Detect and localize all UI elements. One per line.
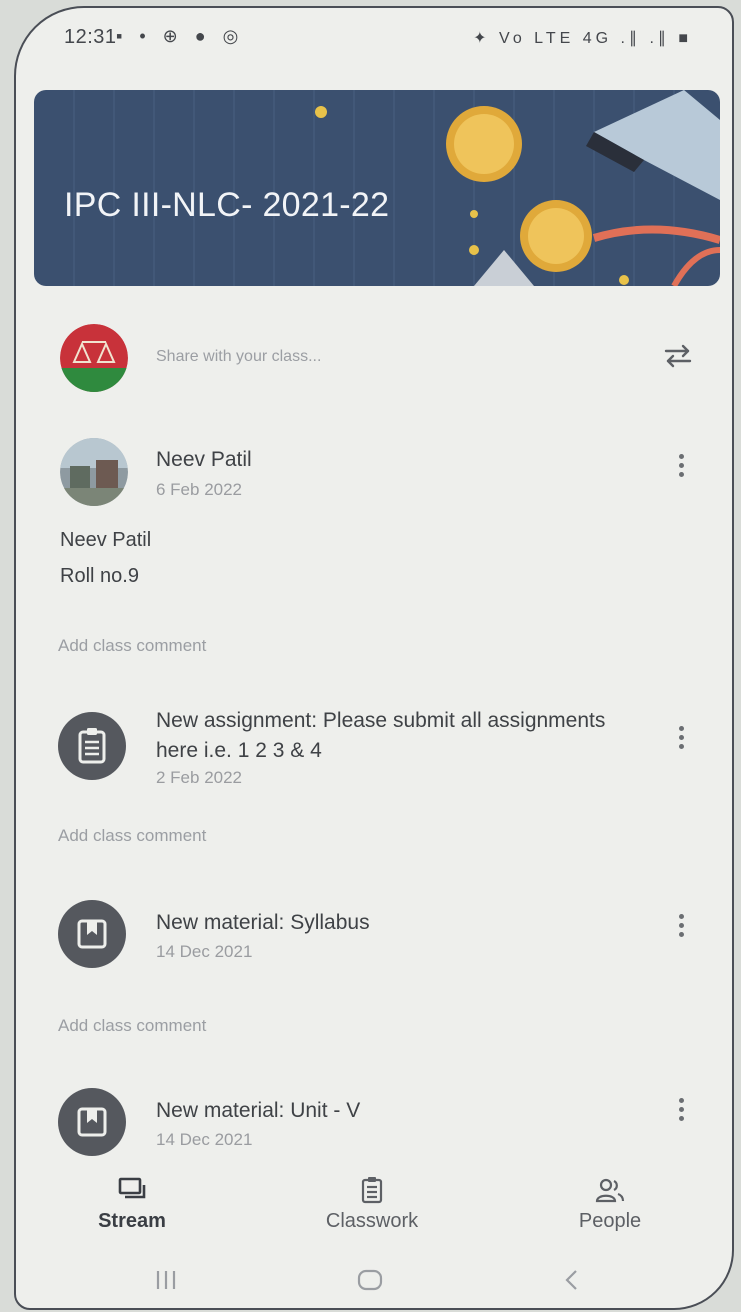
status-time: 12:31: [64, 26, 117, 48]
status-bar: 12:31 ▪ • ⊕ ● ◎ ✦ Vo LTE 4G .∥ .∥ ■: [16, 8, 732, 68]
back-icon[interactable]: [562, 1269, 582, 1297]
class-title: IPC III-NLC- 2021-22: [64, 186, 390, 224]
add-class-comment[interactable]: Add class comment: [58, 826, 206, 846]
class-emblem-avatar: [60, 324, 128, 392]
assignment-icon: [58, 712, 126, 780]
share-row[interactable]: Share with your class...: [16, 316, 732, 396]
phone-screen: 12:31 ▪ • ⊕ ● ◎ ✦ Vo LTE 4G .∥ .∥ ■ IPC …: [14, 6, 734, 1310]
share-input[interactable]: Share with your class...: [156, 348, 321, 366]
material-icon: [58, 900, 126, 968]
post-author: Neev Patil: [156, 448, 252, 471]
item-more-icon[interactable]: [676, 914, 686, 942]
material-icon: [58, 1088, 126, 1156]
item-title: New material: Unit - V: [156, 1099, 361, 1122]
nav-classwork[interactable]: Classwork: [282, 1176, 462, 1233]
nav-stream-label: Stream: [98, 1210, 166, 1232]
repost-icon[interactable]: [662, 340, 694, 372]
bottom-navigation: Stream Classwork People: [16, 1176, 732, 1248]
author-avatar[interactable]: [60, 438, 128, 506]
nav-people[interactable]: People: [520, 1176, 700, 1233]
post-date: 6 Feb 2022: [156, 480, 243, 499]
item-title: New assignment: Please submit all assign…: [156, 709, 606, 762]
item-date: 14 Dec 2021: [156, 1130, 253, 1149]
nav-stream[interactable]: Stream: [42, 1176, 222, 1233]
recent-apps-icon[interactable]: [154, 1269, 178, 1297]
system-navigation-bar: [16, 1263, 732, 1303]
post-body-line: Roll no.9: [60, 565, 139, 587]
class-banner[interactable]: IPC III-NLC- 2021-22: [34, 90, 720, 286]
item-more-icon[interactable]: [676, 726, 686, 754]
add-class-comment[interactable]: Add class comment: [58, 636, 206, 656]
post-more-icon[interactable]: [676, 454, 686, 482]
nav-people-label: People: [578, 1210, 642, 1232]
item-title: New material: Syllabus: [156, 911, 370, 934]
item-more-icon[interactable]: [676, 1098, 686, 1126]
home-icon[interactable]: [356, 1269, 384, 1297]
post-body-line: Neev Patil: [60, 529, 152, 551]
notification-icons: ▪ • ⊕ ● ◎: [116, 26, 245, 46]
people-icon: [595, 1178, 625, 1203]
nav-classwork-label: Classwork: [325, 1210, 419, 1232]
stream-icon: [118, 1177, 146, 1199]
item-date: 14 Dec 2021: [156, 942, 253, 961]
item-date: 2 Feb 2022: [156, 768, 243, 787]
signal-battery-icons: ✦ Vo LTE 4G .∥ .∥ ■: [473, 30, 692, 47]
classwork-icon: [361, 1177, 383, 1204]
add-class-comment[interactable]: Add class comment: [58, 1016, 206, 1036]
